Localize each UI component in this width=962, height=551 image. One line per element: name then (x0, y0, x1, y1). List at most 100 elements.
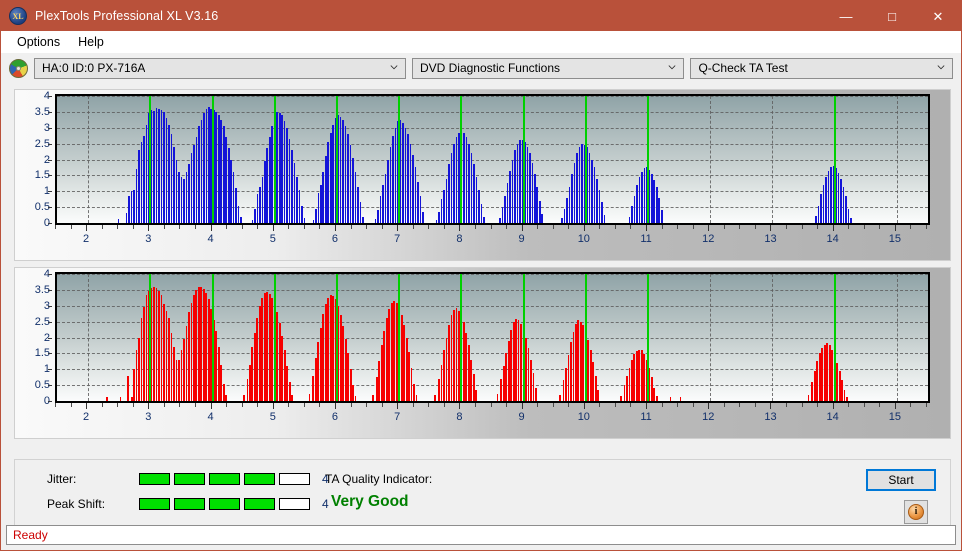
chart-bar (633, 354, 635, 401)
menu-item-options[interactable]: Options (8, 33, 69, 51)
x-axis-tick (895, 225, 896, 231)
minimize-icon[interactable]: — (823, 1, 869, 31)
x-axis-tick (242, 403, 243, 407)
x-axis-tick (553, 225, 554, 229)
x-axis-tick-label: 7 (394, 411, 400, 423)
chart-bar (317, 342, 319, 401)
chart-bar (127, 376, 129, 401)
peak-shift-chart-y-axis: 00.511.522.533.54 (15, 268, 52, 405)
chart-bar (191, 153, 193, 223)
x-axis-tick (335, 403, 336, 409)
x-axis-tick (288, 403, 289, 407)
chart-bar (228, 148, 230, 223)
speed-marker-line (585, 96, 587, 223)
x-axis-tick (273, 225, 274, 231)
chart-bar (499, 218, 501, 223)
info-button[interactable]: i (904, 500, 928, 524)
chart-bar (156, 108, 158, 223)
test-select[interactable]: Q-Check TA Test (690, 58, 953, 79)
chart-bar (340, 315, 342, 401)
chart-bar (656, 187, 658, 223)
chart-bar (382, 185, 384, 223)
chart-bar (138, 150, 140, 223)
chart-bar (410, 144, 412, 223)
jitter-chart-plot (55, 94, 930, 225)
drive-select[interactable]: HA:0 ID:0 PX-716A (34, 58, 406, 79)
chart-bar (380, 196, 382, 223)
y-axis-tick (48, 191, 52, 192)
chart-bar (590, 350, 592, 401)
x-axis-tick (382, 225, 383, 229)
chart-bar (468, 144, 470, 223)
x-axis-tick-label: 10 (578, 233, 590, 245)
x-axis-tick (848, 225, 849, 229)
speed-marker-line (212, 96, 214, 223)
speed-marker-line (274, 274, 276, 401)
x-axis-tick (724, 403, 725, 407)
chart-bar (198, 126, 200, 223)
x-axis-tick-label: 14 (827, 233, 839, 245)
chart-bar (153, 111, 155, 223)
chart-bar (841, 380, 843, 401)
x-axis-tick (708, 403, 709, 409)
chart-bar (504, 196, 506, 223)
chart-bar (173, 347, 175, 401)
chart-bar (342, 120, 344, 223)
chart-bar (133, 369, 135, 401)
start-button[interactable]: Start (866, 469, 936, 491)
chart-bar (527, 147, 529, 223)
x-axis-tick (164, 225, 165, 229)
chart-bar (528, 348, 530, 401)
chart-bar (230, 160, 232, 224)
chart-bar (376, 377, 378, 401)
chart-bar (438, 212, 440, 223)
peak-shift-value: 4 (322, 497, 329, 511)
chart-bar (620, 396, 622, 401)
chart-bar (597, 390, 599, 401)
maximize-icon[interactable]: □ (869, 1, 915, 31)
chart-bar (408, 352, 410, 401)
menu-item-help[interactable]: Help (69, 33, 113, 51)
chart-bar (641, 350, 643, 401)
chart-bar (166, 118, 168, 223)
chart-bar (208, 107, 210, 223)
y-axis-tick (48, 274, 52, 275)
function-select[interactable]: DVD Diagnostic Functions (412, 58, 685, 79)
close-icon[interactable]: ✕ (915, 1, 961, 31)
chart-bar (377, 210, 379, 223)
x-axis-tick (879, 403, 880, 407)
y-axis-tick (48, 369, 52, 370)
chart-bar (577, 320, 579, 401)
meter-segment (244, 498, 275, 510)
window-title: PlexTools Professional XL V3.16 (35, 9, 218, 23)
chart-bar (320, 185, 322, 223)
x-axis-tick (428, 403, 429, 407)
x-axis-tick-label: 3 (145, 411, 151, 423)
chart-bar (814, 371, 816, 401)
chart-bar (638, 350, 640, 401)
grid-line-vertical (710, 274, 711, 401)
chart-bar (355, 172, 357, 223)
chart-bar (594, 167, 596, 223)
chart-bar (483, 217, 485, 223)
chart-bar (243, 395, 245, 401)
x-axis-tick (646, 403, 647, 409)
x-axis-tick (770, 225, 771, 231)
chart-bar (392, 136, 394, 223)
chart-bar (818, 206, 820, 223)
chart-bar (163, 304, 165, 401)
chart-bar (466, 137, 468, 223)
x-axis-tick (179, 403, 180, 407)
chart-bar (327, 298, 329, 401)
chart-bar (845, 196, 847, 223)
x-axis-tick (133, 225, 134, 229)
chart-bar (830, 167, 832, 224)
chart-bar (266, 148, 268, 223)
chart-bar (168, 125, 170, 223)
chart-bar (313, 220, 315, 223)
chart-bar (434, 395, 436, 401)
chart-bar (186, 172, 188, 223)
x-axis-tick (335, 225, 336, 231)
chart-bar (446, 179, 448, 223)
x-axis-tick (211, 225, 212, 231)
